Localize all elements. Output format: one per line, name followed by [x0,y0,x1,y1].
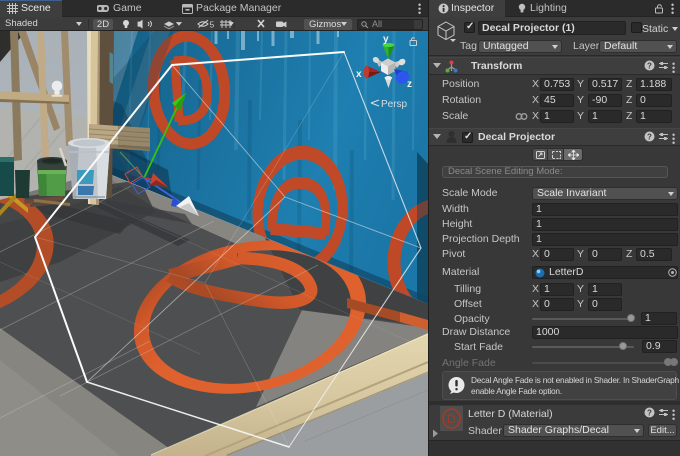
svg-text:?: ? [647,133,652,142]
svg-text:5: 5 [210,20,215,30]
svg-text:y: y [383,34,389,45]
svg-text:?: ? [647,62,652,71]
svg-text:Persp: Persp [381,99,408,110]
svg-text:D: D [447,412,456,426]
svg-text:z: z [407,79,412,90]
svg-text:x: x [356,69,362,80]
svg-text:?: ? [647,409,652,418]
